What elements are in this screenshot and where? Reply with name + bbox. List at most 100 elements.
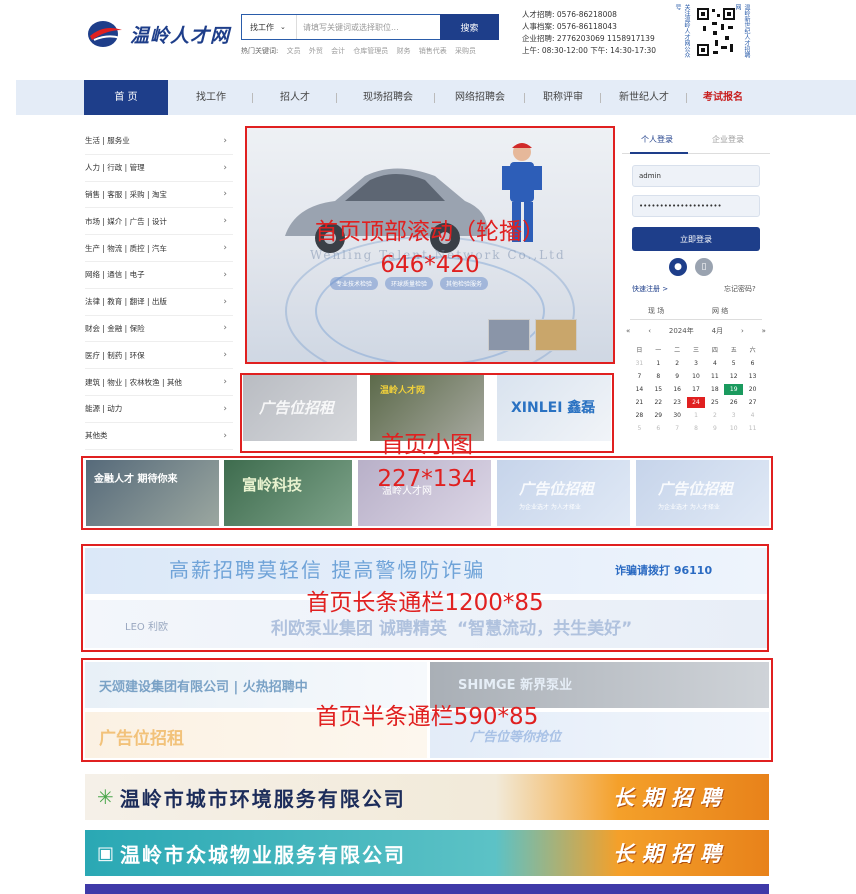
hot-keyword[interactable]: 会计 <box>331 47 345 55</box>
nav-new-century[interactable]: 新世纪人才 <box>602 80 686 115</box>
category-label: 市场 | 媒介 | 广告 | 设计 <box>85 216 167 226</box>
prev-year-icon[interactable]: « <box>626 327 630 335</box>
calendar-day[interactable]: 22 <box>649 397 668 408</box>
calendar-day[interactable]: 25 <box>705 397 724 408</box>
nav-job-fair[interactable]: 现场招聘会 <box>346 80 430 115</box>
tab-company-login[interactable]: 企业登录 <box>712 134 744 145</box>
wechat-icon[interactable]: ● <box>669 258 687 276</box>
calendar-day[interactable]: 4 <box>743 410 762 421</box>
chevron-right-icon: › <box>223 216 227 227</box>
calendar-weekday: 一 <box>655 347 662 354</box>
calendar-day[interactable]: 26 <box>724 397 743 408</box>
hot-keyword[interactable]: 外贸 <box>309 47 323 55</box>
calendar-day[interactable]: 3 <box>687 358 706 369</box>
calendar-day[interactable]: 15 <box>649 384 668 395</box>
category-item[interactable]: 法律 | 教育 | 翻译 | 出版 › <box>85 289 233 316</box>
calendar-day[interactable]: 31 <box>630 358 649 369</box>
calendar-day[interactable]: 10 <box>687 371 706 382</box>
nav-home[interactable]: 首 页 <box>84 80 168 115</box>
calendar-day[interactable]: 14 <box>630 384 649 395</box>
calendar-day[interactable]: 12 <box>724 371 743 382</box>
calendar-day[interactable]: 18 <box>705 384 724 395</box>
category-item[interactable]: 生产 | 物流 | 质控 | 汽车 › <box>85 235 233 262</box>
tab-onsite-fair[interactable]: 现 场 <box>648 306 664 316</box>
calendar-day[interactable]: 20 <box>743 384 762 395</box>
calendar-day[interactable]: 11 <box>743 423 762 434</box>
calendar-day[interactable]: 24 <box>686 397 706 408</box>
calendar-day[interactable]: 21 <box>630 397 649 408</box>
prev-month-icon[interactable]: ‹ <box>648 327 651 335</box>
calendar-day[interactable]: 3 <box>724 410 743 421</box>
category-item[interactable]: 建筑 | 物业 | 农林牧渔 | 其他 › <box>85 369 233 396</box>
hot-keyword[interactable]: 采购员 <box>455 47 476 55</box>
next-month-icon[interactable]: › <box>741 327 744 335</box>
search-button[interactable]: 搜索 <box>440 14 499 40</box>
site-logo[interactable]: 温岭人才网 <box>84 14 234 54</box>
search-type-select[interactable]: 找工作 ⌄ <box>242 15 297 39</box>
calendar-day[interactable]: 8 <box>649 371 668 382</box>
calendar-day[interactable]: 29 <box>649 410 668 421</box>
category-item[interactable]: 人力 | 行政 | 管理 › <box>85 155 233 182</box>
calendar-day[interactable]: 16 <box>668 384 687 395</box>
company-banner[interactable]: ✳ 温岭市城市环境服务有限公司 长期招聘 <box>85 774 769 820</box>
calendar-day[interactable]: 13 <box>743 371 762 382</box>
calendar-day[interactable]: 9 <box>705 423 724 434</box>
calendar-day[interactable]: 4 <box>705 358 724 369</box>
category-label: 销售 | 客服 | 采购 | 淘宝 <box>85 189 167 199</box>
category-item[interactable]: 医疗 | 制药 | 环保 › <box>85 342 233 370</box>
company-banner[interactable]: ▣ 温岭市众城物业服务有限公司 长期招聘 <box>85 830 769 876</box>
calendar-day[interactable]: 6 <box>743 358 762 369</box>
calendar-year[interactable]: 2024年 <box>669 326 694 336</box>
calendar-day[interactable]: 2 <box>668 358 687 369</box>
calendar-day[interactable]: 9 <box>668 371 687 382</box>
nav-online-fair[interactable]: 网络招聘会 <box>438 80 522 115</box>
calendar-day[interactable]: 8 <box>687 423 706 434</box>
password-field[interactable]: •••••••••••••••••••• <box>632 195 760 217</box>
nav-exam[interactable]: 考试报名 <box>692 80 754 115</box>
login-button[interactable]: 立即登录 <box>632 227 760 251</box>
category-item[interactable]: 销售 | 客服 | 采购 | 淘宝 › <box>85 182 233 209</box>
phone-icon[interactable]: ▯ <box>695 258 713 276</box>
category-item[interactable]: 能源 | 动力 › <box>85 396 233 423</box>
calendar-day[interactable]: 7 <box>668 423 687 434</box>
calendar-month[interactable]: 4月 <box>712 326 723 336</box>
category-item[interactable]: 网络 | 通信 | 电子 › <box>85 262 233 289</box>
hot-keyword[interactable]: 仓库管理员 <box>353 47 388 55</box>
calendar-day[interactable]: 1 <box>687 410 706 421</box>
login-panel: 个人登录 企业登录 admin •••••••••••••••••••• 立即登… <box>622 127 770 447</box>
calendar-day[interactable]: 6 <box>649 423 668 434</box>
next-year-icon[interactable]: » <box>762 327 766 335</box>
calendar-day[interactable]: 10 <box>724 423 743 434</box>
next-banner-edge[interactable] <box>85 884 769 894</box>
tab-online-fair[interactable]: 网 络 <box>712 306 728 316</box>
calendar-day[interactable]: 2 <box>705 410 724 421</box>
calendar-day[interactable]: 7 <box>630 371 649 382</box>
category-item[interactable]: 生活 | 服务业 › <box>85 128 233 155</box>
nav-title-review[interactable]: 职称评审 <box>526 80 600 115</box>
category-item[interactable]: 市场 | 媒介 | 广告 | 设计 › <box>85 208 233 236</box>
category-item[interactable]: 其他类 › <box>85 423 233 450</box>
annotation-label: 首页顶部滚动（轮播） <box>315 219 545 245</box>
category-item[interactable]: 财会 | 金融 | 保险 › <box>85 316 233 343</box>
calendar-day[interactable]: 5 <box>630 423 649 434</box>
hot-keyword[interactable]: 销售代表 <box>419 47 447 55</box>
username-field[interactable]: admin <box>632 165 760 187</box>
calendar-day[interactable]: 19 <box>724 384 744 395</box>
hot-keyword[interactable]: 财务 <box>397 47 411 55</box>
calendar-day[interactable]: 30 <box>668 410 687 421</box>
calendar-day[interactable]: 5 <box>724 358 743 369</box>
annotation-label: 646*420 <box>380 252 480 278</box>
hot-keyword[interactable]: 文员 <box>287 47 301 55</box>
nav-find-talent[interactable]: 招人才 <box>264 80 326 115</box>
calendar-day[interactable]: 27 <box>743 397 762 408</box>
calendar-day[interactable]: 23 <box>668 397 687 408</box>
calendar-day[interactable]: 11 <box>705 371 724 382</box>
calendar-day[interactable]: 28 <box>630 410 649 421</box>
nav-find-job[interactable]: 找工作 <box>180 80 242 115</box>
calendar-day[interactable]: 17 <box>687 384 706 395</box>
quick-register-link[interactable]: 快速注册 > <box>632 284 668 294</box>
calendar-day[interactable]: 1 <box>649 358 668 369</box>
tab-personal-login[interactable]: 个人登录 <box>641 134 673 145</box>
forgot-password-link[interactable]: 忘记密码? <box>724 284 756 294</box>
calendar-weekday: 四 <box>711 347 718 354</box>
